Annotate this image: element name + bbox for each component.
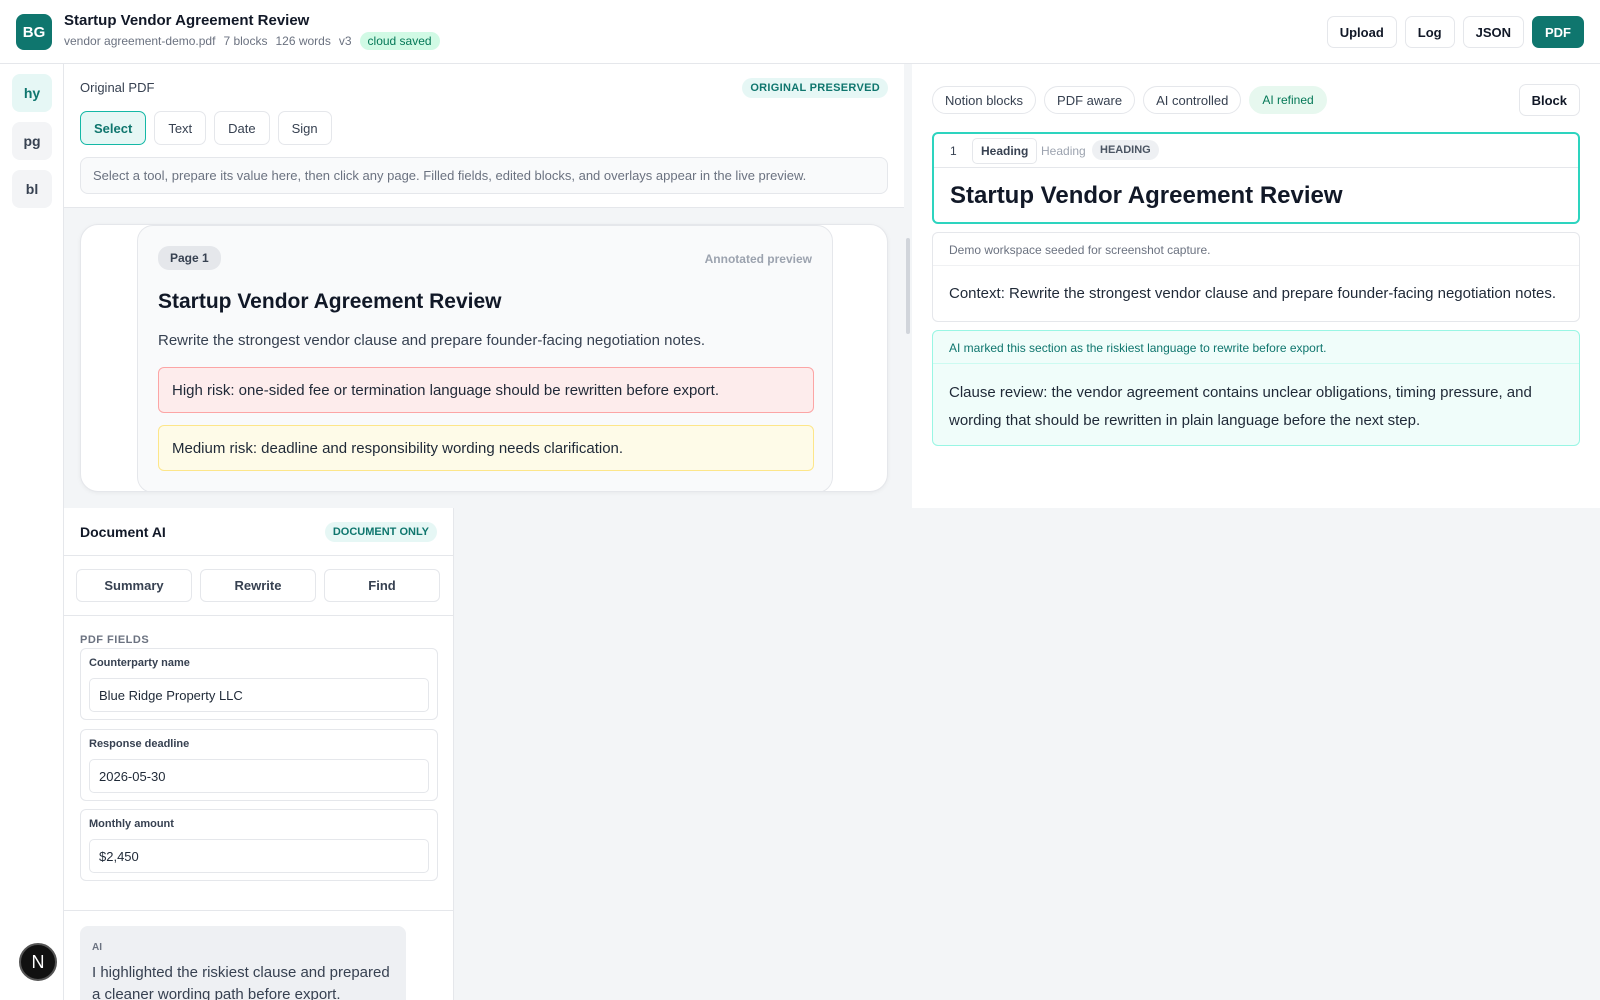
heading-block[interactable]: 1 Heading Heading HEADING Startup Vendor…: [932, 132, 1580, 224]
document-ai-header: Document AI DOCUMENT ONLY: [64, 508, 453, 556]
pdf-toolbar: Original PDF ORIGINAL PRESERVED Select T…: [64, 64, 904, 208]
clause-review-text[interactable]: Clause review: the vendor agreement cont…: [949, 379, 1559, 435]
high-risk-callout[interactable]: High risk: one-sided fee or termination …: [158, 367, 814, 413]
chip-ai-controlled: AI controlled: [1143, 86, 1242, 114]
ai-message-sender: AI: [92, 942, 102, 953]
original-preserved-badge: ORIGINAL PRESERVED: [742, 78, 888, 98]
pdf-tools: Select Text Date Sign: [80, 111, 332, 145]
response-deadline-input[interactable]: [89, 759, 429, 793]
chip-ai-refined: AI refined: [1249, 86, 1327, 114]
context-block-text[interactable]: Context: Rewrite the strongest vendor cl…: [949, 285, 1556, 302]
log-button[interactable]: Log: [1404, 16, 1455, 48]
upload-button[interactable]: Upload: [1326, 16, 1397, 48]
tool-date[interactable]: Date: [214, 111, 270, 145]
editor-feature-chips: Notion blocks PDF aware AI controlled AI…: [932, 86, 1327, 114]
word-count: 126 words: [275, 34, 331, 48]
field-label: Monthly amount: [89, 818, 174, 830]
block-divider: [933, 265, 1579, 266]
document-title: Startup Vendor Agreement Review: [64, 12, 310, 29]
pdf-panel-label: Original PDF: [80, 80, 155, 95]
app-logo[interactable]: BG: [16, 14, 52, 50]
pdf-export-button[interactable]: PDF: [1532, 16, 1584, 48]
save-status-badge: cloud saved: [359, 32, 440, 50]
context-block[interactable]: Demo workspace seeded for screenshot cap…: [932, 232, 1580, 322]
pdf-fields-label: PDF FIELDS: [80, 634, 150, 646]
counterparty-name-input[interactable]: [89, 678, 429, 712]
chip-pdf-aware: PDF aware: [1044, 86, 1136, 114]
chip-notion-blocks: Notion blocks: [932, 86, 1037, 114]
json-export-button[interactable]: JSON: [1462, 16, 1524, 48]
field-label: Response deadline: [89, 738, 190, 750]
block-editor: Notion blocks PDF aware AI controlled AI…: [912, 64, 1600, 508]
ai-flagged-block[interactable]: AI marked this section as the riskiest l…: [932, 330, 1580, 446]
field-label: Counterparty name: [89, 657, 190, 669]
ai-message-text: I highlighted the riskiest clause and pr…: [92, 964, 390, 1000]
block-type-tag: HEADING: [1092, 140, 1159, 160]
annotated-preview-label: Annotated preview: [704, 252, 812, 266]
document-ai-title: Document AI: [80, 524, 166, 540]
divider: [64, 615, 453, 616]
tool-select[interactable]: Select: [80, 111, 147, 145]
block-type-hint: Heading: [1041, 144, 1086, 158]
document-ai-actions: Summary Rewrite Find: [76, 569, 440, 602]
header-actions: Upload Log JSON PDF: [1326, 16, 1584, 48]
field-amount: Monthly amount: [80, 809, 438, 881]
page-number-badge: Page 1: [158, 246, 221, 270]
pdf-page[interactable]: Page 1 Annotated preview Startup Vendor …: [137, 225, 833, 491]
block-toolbar: 1 Heading Heading HEADING: [934, 134, 1578, 168]
pdf-scrollbar[interactable]: [906, 238, 910, 334]
medium-risk-callout[interactable]: Medium risk: deadline and responsibility…: [158, 425, 814, 471]
block-number: 1: [950, 144, 957, 158]
document-ai-panel: Document AI DOCUMENT ONLY Summary Rewrit…: [64, 508, 454, 1000]
pdf-preview-area[interactable]: Page 1 Annotated preview Startup Vendor …: [64, 208, 904, 508]
next-logo-icon[interactable]: N: [19, 943, 57, 981]
block-type-select[interactable]: Heading: [972, 138, 1038, 164]
rail-item-pg[interactable]: pg: [12, 122, 52, 160]
ai-message: AI I highlighted the riskiest clause and…: [80, 926, 406, 1000]
ai-block-note: AI marked this section as the riskiest l…: [949, 341, 1327, 355]
rail-item-bl[interactable]: bl: [12, 170, 52, 208]
block-count: 7 blocks: [223, 34, 268, 48]
summary-button[interactable]: Summary: [76, 569, 192, 602]
rewrite-button[interactable]: Rewrite: [200, 569, 316, 602]
add-block-button[interactable]: Block: [1518, 84, 1580, 116]
rail-item-hy[interactable]: hy: [12, 74, 52, 112]
divider: [64, 910, 453, 911]
pdf-page-frame: Page 1 Annotated preview Startup Vendor …: [80, 224, 888, 492]
version-label: v3: [338, 34, 352, 48]
side-rail: hy pg bl: [0, 64, 64, 1000]
field-counterparty: Counterparty name: [80, 648, 438, 720]
tool-sign[interactable]: Sign: [277, 111, 332, 145]
block-divider: [933, 363, 1579, 364]
page-heading: Startup Vendor Agreement Review: [158, 290, 502, 313]
block-note: Demo workspace seeded for screenshot cap…: [949, 243, 1211, 257]
tool-text[interactable]: Text: [154, 111, 207, 145]
find-button[interactable]: Find: [324, 569, 440, 602]
page-paragraph: Rewrite the strongest vendor clause and …: [158, 332, 706, 349]
heading-block-text[interactable]: Startup Vendor Agreement Review: [950, 182, 1343, 210]
file-name: vendor agreement-demo.pdf: [64, 34, 216, 48]
field-deadline: Response deadline: [80, 729, 438, 801]
monthly-amount-input[interactable]: [89, 839, 429, 873]
document-meta: vendor agreement-demo.pdf 7 blocks 126 w…: [64, 32, 440, 50]
tool-hint: Select a tool, prepare its value here, t…: [80, 157, 888, 194]
document-only-badge: DOCUMENT ONLY: [324, 522, 437, 542]
app-header: BG Startup Vendor Agreement Review vendo…: [0, 0, 1600, 64]
